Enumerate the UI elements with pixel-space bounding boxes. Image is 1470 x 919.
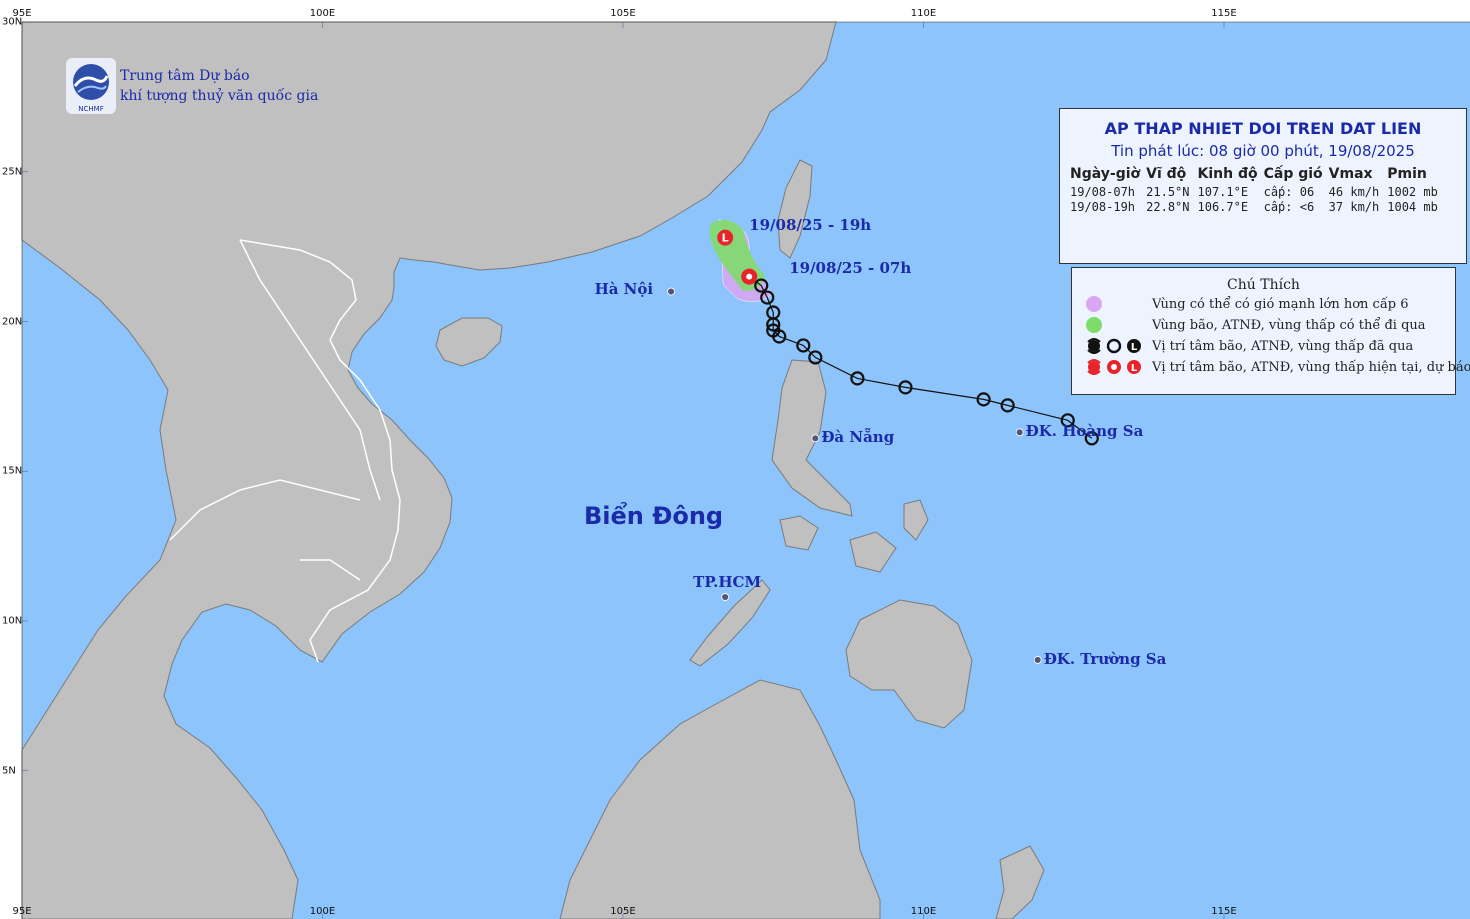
current-storm-icon xyxy=(1087,359,1101,375)
lon-tick-label: 100E xyxy=(309,906,336,917)
legend-box: Chú Thích Vùng có thể có gió mạnh lớn hơ… xyxy=(1071,267,1470,395)
lat-tick-label: 15N xyxy=(2,465,23,477)
legend-label: Vùng bão, ATNĐ, vùng thấp có thể đi qua xyxy=(1152,317,1426,333)
svg-text:NCHMF: NCHMF xyxy=(78,105,103,113)
legend-label: Vị trí tâm bão, ATNĐ, vùng thấp đã qua xyxy=(1152,338,1414,354)
place-label: Đà Nẵng xyxy=(821,428,895,447)
cell-time: 19/08-19h xyxy=(1070,200,1136,214)
lon-tick-label: 105E xyxy=(610,8,636,19)
agency-block: NCHMF Trung tâm Dự báo khí tượng thuỷ vă… xyxy=(66,58,318,114)
agency-name-line1: Trung tâm Dự báo xyxy=(120,68,250,84)
lon-tick-label: 110E xyxy=(910,906,937,917)
cell-lat: 21.5°N xyxy=(1146,185,1190,199)
cell-wind-level: cấp: 06 xyxy=(1263,185,1315,199)
cell-pmin: 1002 mb xyxy=(1387,185,1438,199)
place-label: TP.HCM xyxy=(693,573,762,592)
forecast-time-label: 19/08/25 - 19h xyxy=(749,215,872,234)
forecast-info-box: AP THAP NHIET DOI TREN DAT LIEN Tin phát… xyxy=(1059,108,1467,264)
sea-label: Biển Đông xyxy=(584,502,724,530)
cell-lon: 107.1°E xyxy=(1197,185,1249,199)
track-zone-swatch-icon xyxy=(1086,317,1102,333)
lon-tick-label: 105E xyxy=(610,906,636,917)
svg-text:L: L xyxy=(1131,342,1138,353)
lon-tick-label: 110E xyxy=(910,8,937,19)
table-row: 19/08-19h 22.8°N 106.7°E cấp: <6 37 km/h… xyxy=(1070,200,1446,215)
wind-zone-swatch-icon xyxy=(1086,296,1102,312)
place-label: ĐK. Trường Sa xyxy=(1043,649,1167,668)
place-dot xyxy=(811,434,820,443)
legend-item: Vùng bão, ATNĐ, vùng thấp có thể đi qua xyxy=(1072,315,1455,335)
place-dot xyxy=(667,287,675,296)
current-position-marker xyxy=(741,268,758,285)
lon-tick-label: 100E xyxy=(309,8,336,19)
agency-name-line2: khí tượng thuỷ văn quốc gia xyxy=(120,88,319,104)
legend-label: Vị trí tâm bão, ATNĐ, vùng thấp hiện tại… xyxy=(1152,359,1470,375)
place-dot xyxy=(721,593,730,601)
lon-tick-label: 115E xyxy=(1211,8,1237,19)
lon-tick-label: 115E xyxy=(1211,906,1237,917)
header-time: Ngày-giờ xyxy=(1070,166,1141,182)
lat-tick-label: 5N xyxy=(2,765,16,777)
legend-item: Vùng có thể có gió mạnh lớn hơn cấp 6 xyxy=(1072,294,1455,314)
header-pmin: Pmin xyxy=(1387,166,1427,182)
lat-tick-label: 25N xyxy=(2,166,23,178)
svg-text:L: L xyxy=(722,232,729,245)
issue-time: Tin phát lúc: 08 giờ 00 phút, 19/08/2025 xyxy=(1111,142,1415,160)
table-row: 19/08-07h 21.5°N 107.1°E cấp: 06 46 km/h… xyxy=(1070,185,1446,200)
current-low-icon: L xyxy=(1127,360,1141,374)
place-label: Hà Nội xyxy=(594,279,654,298)
forecast-table: Ngày-giờ Vĩ độ Kinh độ Cấp gió Vmax Pmin… xyxy=(1070,166,1446,215)
header-vmax: Vmax xyxy=(1328,166,1373,182)
forecast-time-label: 19/08/25 - 07h xyxy=(789,258,912,277)
legend-item: L Vị trí tâm bão, ATNĐ, vùng thấp đã qua xyxy=(1072,336,1455,356)
lat-tick-label: 10N xyxy=(2,615,23,627)
past-depression-icon xyxy=(1106,338,1122,354)
cell-wind-level: cấp: <6 xyxy=(1263,200,1315,214)
header-lat: Vĩ độ xyxy=(1146,166,1187,182)
cell-time: 19/08-07h xyxy=(1070,185,1136,199)
map-title: AP THAP NHIET DOI TREN DAT LIEN xyxy=(1104,119,1422,138)
lon-tick-label: 95E xyxy=(12,906,32,917)
place-label: ĐK. Hoàng Sa xyxy=(1025,422,1144,441)
cell-lon: 106.7°E xyxy=(1197,200,1249,214)
header-lon: Kinh độ xyxy=(1197,166,1258,182)
cell-pmin: 1004 mb xyxy=(1387,200,1438,214)
legend-item: L Vị trí tâm bão, ATNĐ, vùng thấp hiện t… xyxy=(1072,357,1470,377)
cell-lat: 22.8°N xyxy=(1146,200,1190,214)
place-dot xyxy=(1015,428,1024,437)
lat-tick-label: 30N xyxy=(2,16,23,28)
past-storm-icon xyxy=(1087,338,1101,354)
current-depression-icon xyxy=(1107,360,1121,374)
nchmf-logo: NCHMF xyxy=(66,58,116,114)
header-wind-level: Cấp gió xyxy=(1263,166,1323,182)
forecast-low-marker: L xyxy=(717,229,734,246)
cell-vmax: 37 km/h xyxy=(1328,200,1380,214)
place-dot xyxy=(1033,656,1042,664)
cell-vmax: 46 km/h xyxy=(1328,185,1380,199)
svg-text:L: L xyxy=(1131,363,1138,374)
legend-title: Chú Thích xyxy=(1227,277,1300,293)
past-low-icon: L xyxy=(1127,339,1141,353)
legend-label: Vùng có thể có gió mạnh lớn hơn cấp 6 xyxy=(1152,296,1409,312)
lat-tick-label: 20N xyxy=(2,316,23,327)
